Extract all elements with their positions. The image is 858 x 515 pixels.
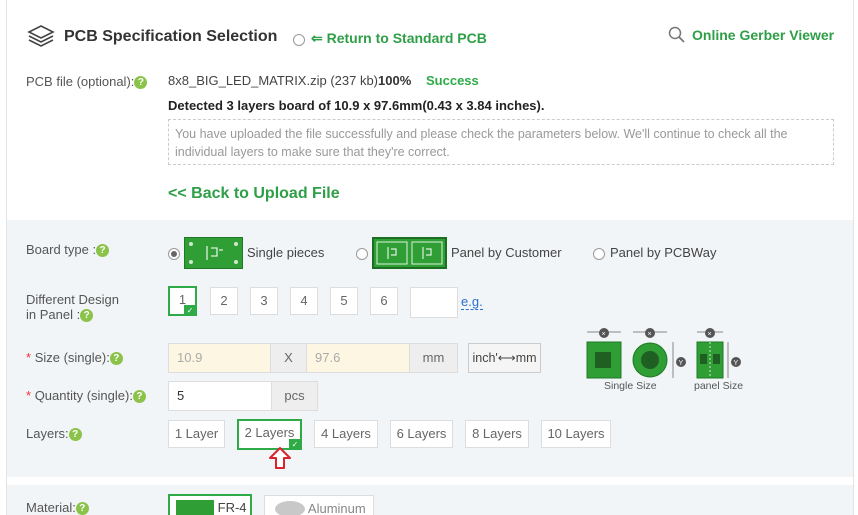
single-size-caption: Single Size — [604, 380, 657, 392]
upload-percent: 100% — [378, 73, 412, 88]
single-pcb-icon — [184, 237, 243, 269]
help-icon[interactable]: ? — [134, 76, 148, 90]
different-design-label-line1: Different Design — [26, 292, 119, 307]
unit-toggle-button[interactable]: inch'⟷mm — [468, 343, 541, 373]
layers-option-10[interactable]: 10 Layers — [541, 420, 611, 448]
quantity-label-text: Quantity (single): — [34, 388, 133, 403]
quantity-label: * Quantity (single):? — [26, 388, 146, 404]
different-design-label: Different Design in Panel :? — [26, 292, 119, 323]
design-count-4[interactable]: 4 — [290, 287, 318, 315]
design-count-3[interactable]: 3 — [250, 287, 278, 315]
material-option-aluminum-label: Aluminum — [307, 501, 366, 515]
page-title: PCB Specification Selection — [64, 28, 278, 45]
upload-status: Success — [426, 73, 479, 88]
layers-option-6[interactable]: 6 Layers — [390, 420, 453, 448]
panel-size-caption: panel Size — [694, 380, 744, 392]
board-type-panel-pcbway-label[interactable]: Panel by PCBWay — [610, 245, 716, 260]
size-x-input[interactable]: 10.9 — [168, 343, 271, 373]
design-count-6[interactable]: 6 — [370, 287, 398, 315]
help-icon[interactable]: ? — [109, 352, 123, 366]
layers-option-1[interactable]: 1 Layer — [168, 420, 225, 448]
help-icon[interactable]: ? — [96, 244, 110, 258]
svg-text:×: × — [602, 331, 606, 338]
search-icon[interactable] — [668, 26, 686, 44]
size-separator: X — [270, 343, 307, 373]
layers-option-8[interactable]: 8 Layers — [465, 420, 529, 448]
pcb-file-label: PCB file (optional):? — [26, 74, 148, 90]
size-label: * Size (single):? — [26, 350, 123, 366]
quantity-unit: pcs — [271, 381, 318, 411]
panel-size-diagram: × Y — [695, 328, 745, 380]
board-type-panel-pcbway-radio[interactable] — [593, 245, 605, 260]
svg-text:Y: Y — [679, 360, 684, 367]
return-standard-radio[interactable] — [293, 31, 305, 46]
fr4-board-icon — [176, 499, 214, 515]
aluminum-board-icon — [275, 500, 305, 515]
help-icon[interactable]: ? — [132, 390, 146, 404]
size-unit: mm — [409, 343, 458, 373]
layers-stack-icon — [27, 24, 55, 50]
material-option-fr4[interactable]: FR-4 — [168, 494, 252, 515]
material-label: Material:? — [26, 500, 89, 515]
design-count-1[interactable]: 1 — [168, 286, 197, 316]
board-type-panel-customer-label[interactable]: Panel by Customer — [451, 245, 562, 260]
quantity-input[interactable]: 5 — [168, 381, 272, 411]
design-count-5[interactable]: 5 — [330, 287, 358, 315]
size-y-input[interactable]: 97.6 — [306, 343, 410, 373]
different-design-label-line2: in Panel : — [26, 307, 81, 322]
design-count-custom-input[interactable] — [410, 287, 458, 318]
board-type-label-text: Board type : — [26, 242, 97, 257]
help-icon[interactable]: ? — [75, 502, 89, 515]
help-icon[interactable]: ? — [68, 428, 82, 442]
layers-option-4[interactable]: 4 Layers — [314, 420, 378, 448]
material-option-fr4-label: FR-4 — [217, 500, 247, 515]
required-mark: * — [26, 350, 32, 365]
red-up-arrow-icon — [268, 446, 292, 470]
material-option-aluminum[interactable]: Aluminum — [264, 495, 374, 515]
single-size-diagram: × × Y — [585, 328, 690, 380]
upload-notice: You have uploaded the file successfully … — [168, 119, 834, 165]
svg-text:×: × — [708, 331, 712, 338]
required-mark: * — [26, 388, 32, 403]
uploaded-filename: 8x8_BIG_LED_MATRIX.zip (237 kb) — [168, 73, 379, 88]
panel-pcb-icon — [372, 237, 447, 269]
example-link[interactable]: e.g. — [461, 295, 483, 310]
svg-text:×: × — [648, 331, 652, 338]
help-icon[interactable]: ? — [80, 309, 94, 323]
board-type-single-label[interactable]: Single pieces — [247, 245, 324, 260]
return-standard-link[interactable]: ⇐ Return to Standard PCB — [311, 30, 487, 47]
board-type-panel-customer-radio[interactable] — [356, 245, 368, 260]
board-type-label: Board type :? — [26, 242, 110, 258]
size-label-text: Size (single): — [34, 350, 110, 365]
material-label-text: Material: — [26, 500, 76, 515]
pcb-file-info: 8x8_BIG_LED_MATRIX.zip (237 kb)100% — [168, 73, 411, 88]
back-to-upload-link[interactable]: << Back to Upload File — [168, 185, 340, 203]
design-count-2[interactable]: 2 — [210, 287, 238, 315]
svg-text:Y: Y — [734, 360, 739, 367]
pcb-file-label-text: PCB file (optional): — [26, 74, 135, 89]
online-gerber-viewer-link[interactable]: Online Gerber Viewer — [692, 27, 834, 43]
layers-label: Layers:? — [26, 426, 82, 442]
material-section-background — [7, 485, 853, 515]
board-type-single-radio[interactable] — [168, 245, 180, 260]
detected-board-info: Detected 3 layers board of 10.9 x 97.6mm… — [168, 98, 545, 113]
layers-label-text: Layers: — [26, 426, 69, 441]
